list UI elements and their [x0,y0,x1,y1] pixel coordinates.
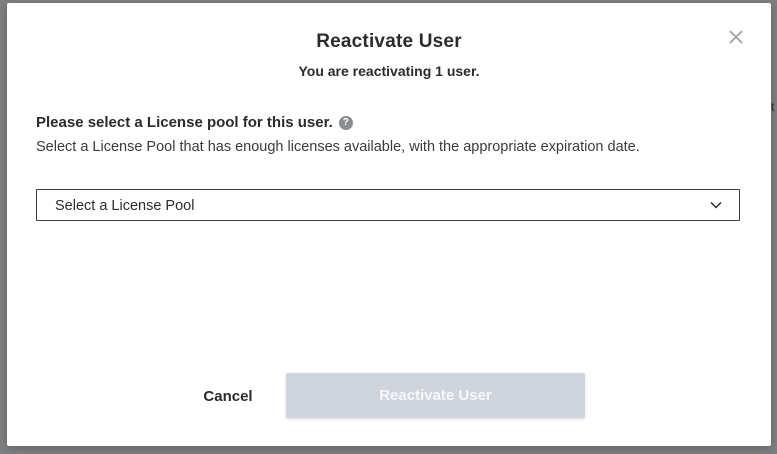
reactivate-user-button[interactable]: Reactivate User [286,373,585,418]
chevron-down-icon [710,201,722,209]
background-edge-text: t [771,100,775,114]
license-pool-select-value: Select a License Pool [55,198,195,214]
license-pool-hint: Select a License Pool that has enough li… [36,139,640,155]
dialog-title: Reactivate User [316,31,462,52]
license-pool-select[interactable]: Select a License Pool [36,189,740,221]
reactivate-user-dialog: Reactivate User You are reactivating 1 u… [7,3,771,446]
license-pool-prompt-label: Please select a License pool for this us… [36,114,333,131]
license-pool-prompt: Please select a License pool for this us… [36,114,353,131]
dialog-subtitle: You are reactivating 1 user. [298,63,480,79]
help-icon[interactable]: ? [338,115,353,130]
cancel-button[interactable]: Cancel [191,374,265,418]
